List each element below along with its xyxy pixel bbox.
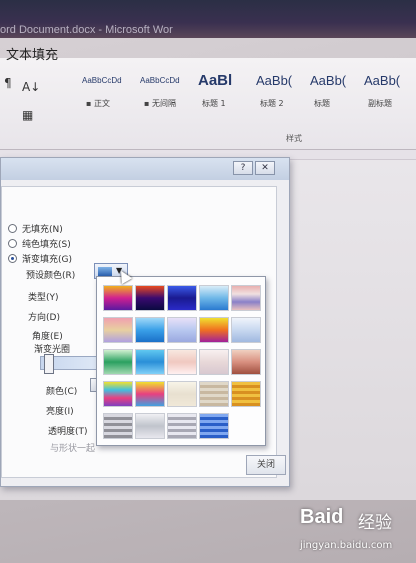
style-name: 标题 1 [202,99,226,108]
dialog-titlebar: ? ✕ [1,158,289,180]
gradient-preset-16[interactable] [103,381,133,407]
style-name: 标题 2 [260,99,284,108]
style-preview: AaBb( [364,73,401,88]
gradient-preset-13[interactable] [167,349,197,375]
style-heading-1[interactable]: AaBl 标题 1 [194,72,254,118]
gradient-preset-18[interactable] [167,381,197,407]
styles-group-label: 样式 [286,134,302,143]
border-icon[interactable]: ▦ [22,108,33,122]
gradient-preset-7[interactable] [135,317,165,343]
style-name: 标题 [314,99,330,108]
gradient-preset-17[interactable] [135,381,165,407]
color-label: 颜色(C) [46,387,78,397]
style-normal[interactable]: AaBbCcDd ▪ 正文 [78,72,138,118]
section-title: 文本填充 [6,48,59,63]
watermark-url: jingyan.baidu.com [300,540,393,551]
window-titlebar: ord Document.docx - Microsoft Wor [0,0,416,38]
gradient-preset-6[interactable] [103,317,133,343]
brightness-label: 亮度(I) [46,407,74,417]
gradient-preset-5[interactable] [231,285,261,311]
gradient-preset-20[interactable] [231,381,261,407]
radio-icon [8,239,17,248]
sort-icon[interactable]: A↓ [22,80,40,94]
radio-label: 渐变填充(G) [22,255,72,265]
radio-label: 纯色填充(S) [22,240,71,250]
style-preview: AaBbCcDd [140,76,180,85]
gradient-preset-8[interactable] [167,317,197,343]
gradient-preset-21[interactable] [103,413,133,439]
close-button[interactable]: 关闭 [246,455,286,475]
gradient-preset-2[interactable] [135,285,165,311]
gradient-preset-11[interactable] [103,349,133,375]
style-preview: AaBbCcDd [82,76,122,85]
gradient-stop-handle[interactable] [44,354,54,374]
window-title: ord Document.docx - Microsoft Wor [0,24,173,36]
radio-icon [8,254,17,263]
gradient-preset-1[interactable] [103,285,133,311]
gradient-swatch [98,267,112,276]
style-preview: AaBb( [310,73,347,88]
gradient-preset-15[interactable] [231,349,261,375]
style-title[interactable]: AaBb( 标题 [306,72,366,118]
gradient-preset-22[interactable] [135,413,165,439]
styles-gallery: AaBbCcDd ▪ 正文 AaBbCcDd ▪ 无间隔 AaBl 标题 1 A… [72,72,416,122]
ribbon-paragraph-tools: ¶ A↓ ▦ [0,62,66,142]
angle-label: 角度(E) [32,332,63,342]
gradient-preset-24[interactable] [199,413,229,439]
preset-colors-label: 预设颜色(R) [26,271,76,281]
direction-label: 方向(D) [28,313,60,323]
gradient-preset-3[interactable] [167,285,197,311]
watermark-brand: Baid [300,506,344,528]
watermark-jingyan: 经验 [358,513,392,533]
gradient-preset-14[interactable] [199,349,229,375]
transparency-label: 透明度(T) [48,427,88,437]
type-label: 类型(Y) [28,293,59,303]
style-name: 副标题 [368,99,392,108]
radio-icon [8,224,17,233]
gradient-preset-9[interactable] [199,317,229,343]
help-icon[interactable]: ? [233,161,253,175]
style-name: ▪ 无间隔 [144,99,176,108]
gradient-preset-23[interactable] [167,413,197,439]
close-icon[interactable]: ✕ [255,161,275,175]
watermark: Baid 经验 jingyan.baidu.com [300,506,410,556]
style-preview: AaBb( [256,73,293,88]
style-subtitle[interactable]: AaBb( 副标题 [360,72,416,118]
gradient-preset-19[interactable] [199,381,229,407]
gradient-preset-12[interactable] [135,349,165,375]
preset-gradients-gallery [96,276,266,446]
rotate-with-shape-label: 与形状一起 [50,444,96,454]
gradient-preset-10[interactable] [231,317,261,343]
style-name: ▪ 正文 [86,99,110,108]
radio-label: 无填充(N) [22,225,63,235]
style-preview: AaBl [198,72,233,89]
gradient-preset-4[interactable] [199,285,229,311]
style-heading-2[interactable]: AaBb( 标题 2 [252,72,312,118]
paragraph-mark-icon[interactable]: ¶ [4,76,12,90]
style-no-spacing[interactable]: AaBbCcDd ▪ 无间隔 [136,72,196,118]
